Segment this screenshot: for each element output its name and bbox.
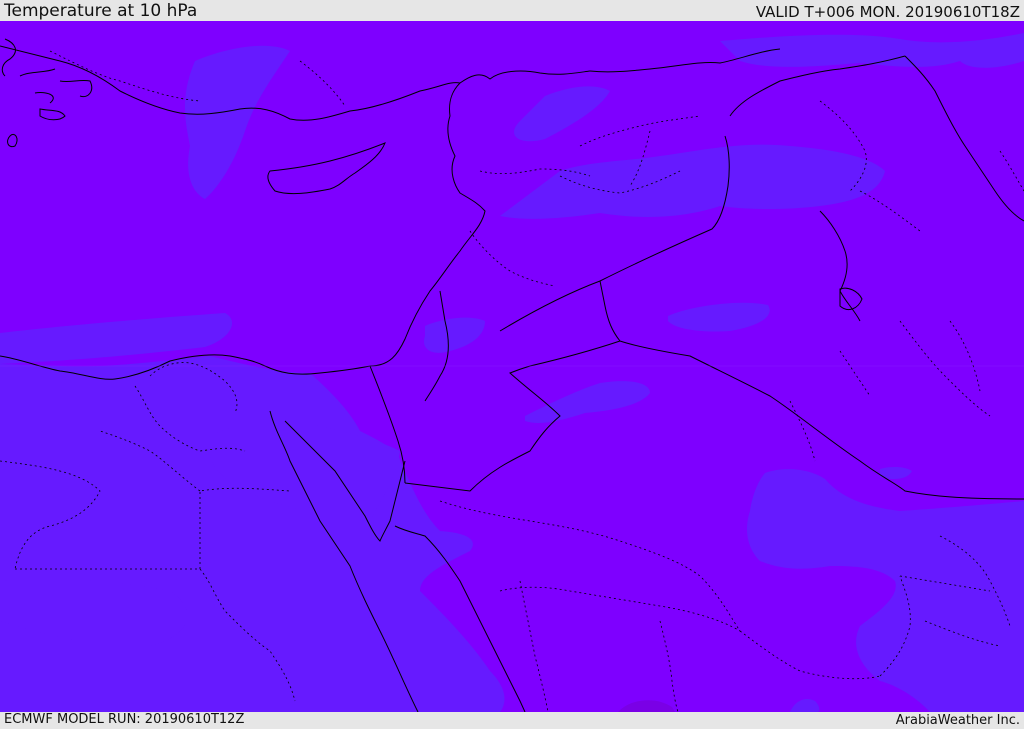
credit-label: ArabiaWeather Inc.: [895, 713, 1020, 728]
map-viewer: Temperature at 10 hPa VALID T+006 MON. 2…: [0, 0, 1024, 729]
temperature-map[interactable]: [0, 21, 1024, 712]
map-title: Temperature at 10 hPa: [4, 1, 198, 21]
valid-time: VALID T+006 MON. 20190610T18Z: [755, 3, 1020, 21]
model-run-label: ECMWF MODEL RUN: 20190610T12Z: [4, 712, 245, 727]
